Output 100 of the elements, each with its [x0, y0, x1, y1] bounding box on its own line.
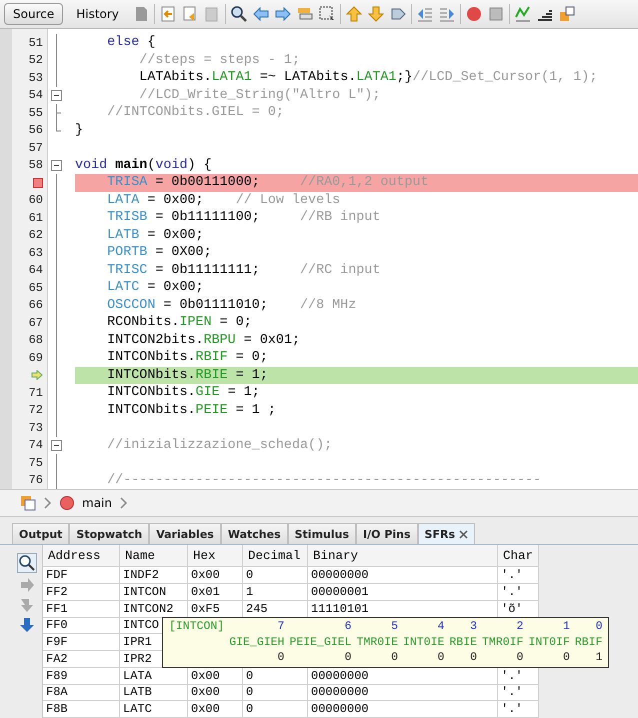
register-name: [INTCON] [169, 620, 224, 634]
column-header[interactable]: Name [120, 545, 188, 566]
arrow-left-icon[interactable] [252, 5, 270, 23]
bit-name: INT0IF [528, 636, 570, 650]
line-number: 53 [28, 70, 43, 85]
table-cell: '.' [501, 668, 523, 683]
line-number: 69 [28, 350, 43, 365]
column-header[interactable]: Binary [308, 545, 498, 566]
fold-toggle-icon[interactable] [51, 440, 62, 450]
code-line: INTCONbits.RBIE = 1; [106, 368, 268, 382]
bit-number: 2 [516, 620, 524, 634]
bit-value: 0 [390, 651, 398, 665]
table-cell: FF2 [46, 584, 68, 599]
column-header[interactable]: Char [498, 545, 539, 566]
column-header[interactable]: Address [43, 545, 120, 566]
bit-name: TMR0IF [482, 636, 524, 650]
chart-icon[interactable] [514, 5, 532, 23]
table-cell: 0 [246, 685, 254, 700]
search-icon[interactable] [230, 5, 248, 23]
table-cell: 0 [246, 668, 254, 683]
panel-tab[interactable]: SFRs [418, 523, 476, 544]
line-number: 73 [28, 420, 43, 435]
table-cell: 00000000 [311, 568, 369, 582]
table-cell: 0x01 [191, 584, 220, 599]
breadcrumb-item[interactable]: main [82, 496, 112, 510]
table-cell: 0x00 [191, 702, 220, 716]
record-icon[interactable] [464, 5, 483, 23]
selection-icon[interactable] [318, 5, 336, 23]
bit-value: 0 [469, 651, 478, 665]
search-icon[interactable] [17, 553, 37, 573]
arrow-down-icon[interactable] [19, 617, 35, 633]
bit-number: 5 [390, 620, 398, 634]
bit-name: TMR0IE [356, 636, 398, 650]
bit-name: RBIF [574, 636, 602, 650]
breakpoint-icon[interactable] [33, 178, 43, 188]
table-cell: F89 [46, 668, 68, 683]
panel-tab[interactable]: Watches [220, 523, 288, 544]
bit-name: PEIE_GIEL [289, 636, 352, 650]
back-icon[interactable] [158, 5, 177, 23]
stop-icon[interactable] [486, 5, 505, 23]
table-cell: 0 [246, 702, 254, 716]
file-icon[interactable] [20, 495, 36, 511]
panel-tab[interactable]: Variables [149, 523, 221, 544]
close-icon[interactable] [459, 530, 468, 538]
table-cell: LATB [123, 685, 152, 700]
code-line: //LCD_Write_String("Altro L"); [138, 88, 380, 102]
table-cell: IPR2 [123, 652, 152, 666]
code-line: void main(void) { [75, 158, 212, 172]
editor-tab[interactable]: History [67, 3, 128, 25]
table-cell: '.' [501, 584, 523, 599]
bit-value: 0 [516, 651, 524, 665]
line-number: 54 [28, 88, 43, 102]
arrow-down-icon[interactable] [366, 5, 385, 23]
code-line: TRISA = 0b00111000; //RA0,1,2 output [106, 175, 429, 190]
table-cell: 0x00 [191, 568, 220, 582]
code-line: LATC = 0x00; [106, 280, 204, 295]
table-cell: FF0 [46, 618, 68, 632]
table-cell: IPR1 [123, 635, 152, 650]
panel-tab[interactable]: Stopwatch [69, 523, 150, 544]
table-cell: 00000000 [311, 685, 369, 700]
bit-name: INT0IE [402, 636, 444, 650]
fold-toggle-icon[interactable] [51, 90, 62, 100]
table-cell: 00000000 [311, 668, 369, 683]
table-cell: '.' [501, 702, 523, 716]
code-line: RCONbits.IPEN = 0; [106, 315, 252, 330]
line-number: 68 [28, 333, 43, 348]
line-number: 52 [28, 53, 43, 68]
fold-toggle-icon[interactable] [51, 160, 62, 170]
line-number: 76 [28, 473, 43, 488]
table-cell: 0 [246, 568, 254, 582]
table-cell: 1 [246, 584, 254, 599]
table-cell: 'õ' [501, 602, 523, 616]
column-header[interactable]: Decimal [243, 545, 308, 566]
panel-tab[interactable]: Stimulus [288, 523, 356, 544]
table-cell: INDF2 [123, 568, 160, 582]
table-cell: 245 [246, 602, 268, 616]
table-cell: INTCO [123, 618, 160, 632]
code-line: TRISB = 0b11111100; //RB input [106, 210, 380, 225]
code-line: INTCONbits.GIE = 1; [106, 385, 260, 400]
panel-tab[interactable]: Output [12, 523, 70, 544]
table-cell: FDF [46, 568, 68, 582]
table-cell: 00000000 [311, 702, 369, 716]
line-number: 66 [28, 298, 43, 312]
line-number: 60 [28, 193, 43, 208]
line-number: 62 [28, 228, 43, 242]
panel-tab[interactable]: I/O Pins [356, 523, 418, 544]
line-number: 65 [28, 280, 43, 295]
line-number: 63 [28, 246, 43, 260]
code-line: //INTCONbits.GIEL = 0; [106, 105, 284, 120]
code-line: else { [106, 35, 156, 50]
bit-number: 4 [436, 620, 444, 634]
column-header[interactable]: Hex [188, 545, 243, 566]
code-line: //steps = steps - 1; [138, 52, 300, 68]
code-line: //inizializzazione_scheda(); [106, 438, 332, 452]
arrow-up-icon[interactable] [344, 5, 363, 23]
editor-tab[interactable]: Source [4, 3, 64, 25]
line-number: 71 [28, 386, 43, 400]
bit-value: 1 [594, 651, 602, 665]
line-number: 74 [28, 438, 43, 452]
code-line: LATA = 0x00; // Low levels [106, 192, 340, 208]
